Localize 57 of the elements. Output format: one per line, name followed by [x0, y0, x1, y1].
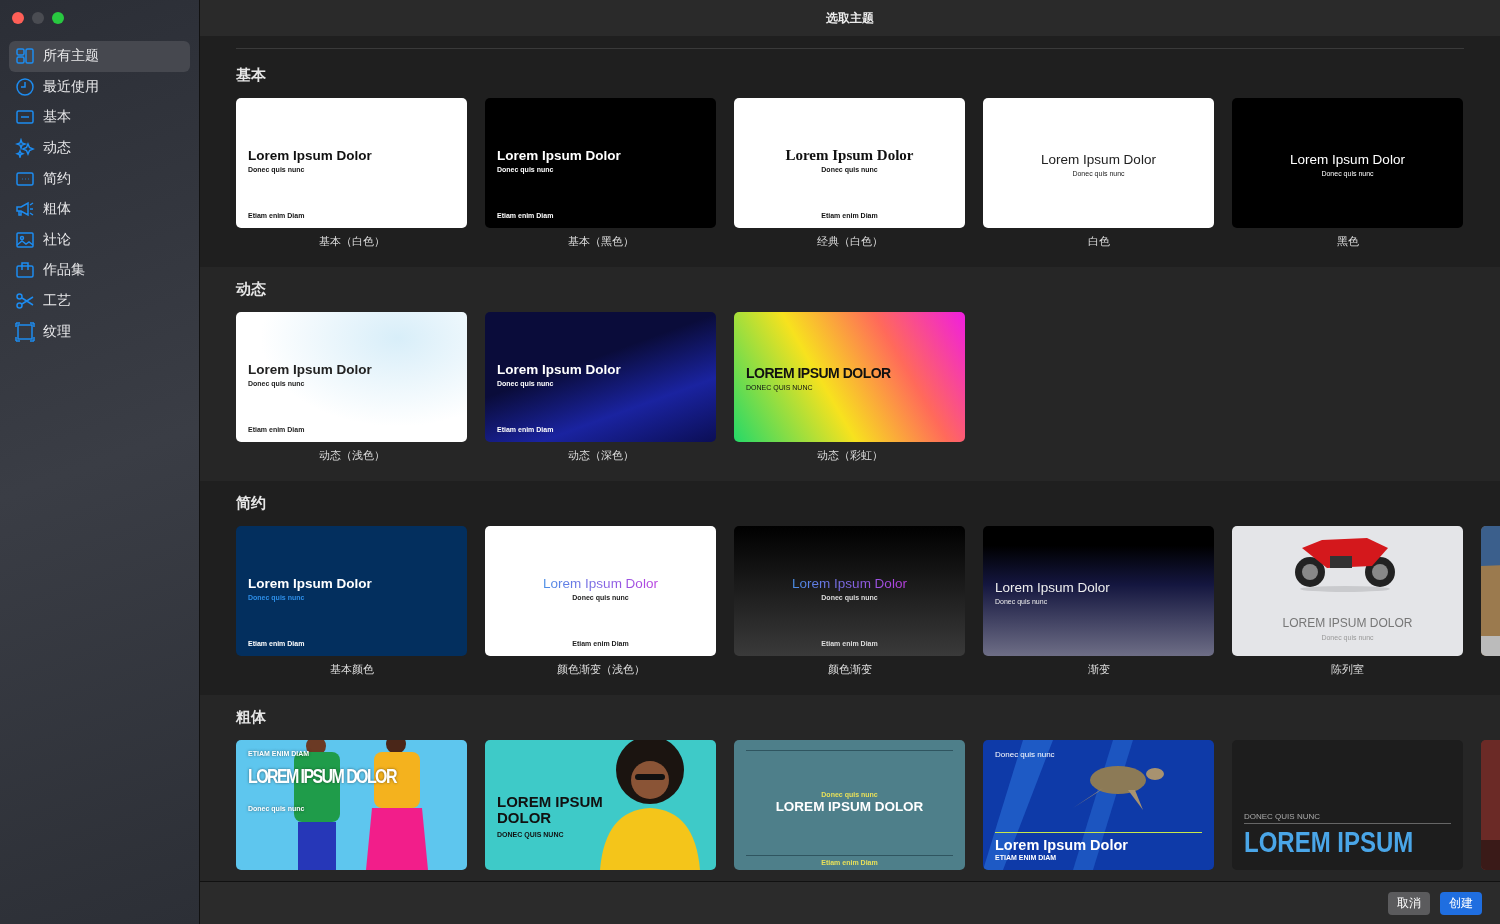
theme-name: 基本颜色	[329, 662, 374, 677]
theme-name: 基本（黑色）	[567, 234, 634, 249]
slide-title: Lorem Ipsum Dolor	[248, 147, 373, 164]
sidebar-item[interactable]: 工艺	[9, 285, 190, 317]
slide-title: Lorem Ipsum Dolor	[995, 832, 1202, 854]
slide-caption: DONEC QUIS NUNC	[1244, 812, 1451, 824]
slide-title: Lorem Ipsum Dolor	[248, 361, 373, 378]
sidebar-item[interactable]: 粗体	[9, 193, 190, 225]
theme-name: 基本（白色）	[318, 234, 385, 249]
sidebar-item[interactable]: 基本	[9, 102, 190, 133]
zoom-button[interactable]	[52, 12, 64, 24]
sidebar-item[interactable]: 简约	[9, 163, 190, 194]
close-button[interactable]	[12, 12, 24, 24]
category-icon	[15, 46, 35, 67]
theme-name: 渐变	[1087, 662, 1110, 677]
theme-thumbnail[interactable]: DONEC QUIS NUNC LOREM IPSUM	[1232, 740, 1463, 870]
sidebar-item[interactable]: 社论	[9, 224, 190, 256]
slide-title: Lorem Ipsum Dolor	[248, 575, 373, 592]
slide-title: LOREM IPSUM DOLOR	[746, 364, 892, 382]
slide-title: Lorem Ipsum Dolor	[995, 578, 1111, 596]
category-icon	[15, 138, 35, 159]
section-heading: 简约	[236, 493, 267, 513]
theme-name: 动态（浅色）	[318, 448, 385, 463]
slide-title: Lorem Ipsum Dolor	[1040, 150, 1157, 168]
sidebar-item[interactable]: 纹理	[9, 316, 190, 347]
theme-name: 动态（彩虹）	[816, 448, 883, 463]
slide-title: LOREM IPSUM DOLOR	[774, 799, 925, 815]
category-icon	[15, 321, 35, 342]
slide-caption: Donec quis nunc	[995, 750, 1056, 759]
theme-name: 黑色	[1336, 234, 1359, 249]
window-title: 选取主题	[826, 9, 874, 27]
sidebar-item[interactable]: 动态	[9, 132, 190, 164]
slide-title: Lorem Ipsum Dolor	[785, 147, 914, 164]
theme-name: 白色	[1087, 234, 1110, 249]
sidebar-item[interactable]: 作品集	[9, 255, 190, 286]
theme-name: 动态（深色）	[567, 448, 634, 463]
category-icon	[15, 291, 35, 312]
theme-name: 颜色渐变（浅色）	[556, 662, 645, 677]
section-heading: 动态	[236, 279, 267, 299]
sidebar-item[interactable]: 所有主题	[9, 41, 190, 72]
category-icon	[15, 229, 35, 250]
theme-name: 颜色渐变	[827, 662, 872, 677]
category-icon	[15, 260, 35, 281]
slide-title: LOREM IPSUM DOLOR	[497, 793, 604, 826]
create-button[interactable]: 创建	[1440, 891, 1482, 915]
slide-title: Lorem Ipsum Dolor	[1289, 150, 1406, 168]
cancel-button[interactable]: 取消	[1388, 891, 1430, 915]
theme-name: 经典（白色）	[816, 234, 883, 249]
slide-title: Lorem Ipsum Dolor	[497, 147, 622, 164]
category-icon	[15, 76, 35, 97]
slide-title: LOREM IPSUM DOLOR	[1281, 615, 1414, 632]
slide-title: LOREM IPSUM	[1244, 826, 1410, 858]
section-heading: 粗体	[236, 707, 267, 727]
section-heading: 基本	[236, 65, 267, 85]
slide-title: Lorem Ipsum Dolor	[497, 361, 622, 378]
sidebar-item[interactable]: 最近使用	[9, 71, 190, 103]
theme-name: 陈列室	[1331, 662, 1364, 677]
